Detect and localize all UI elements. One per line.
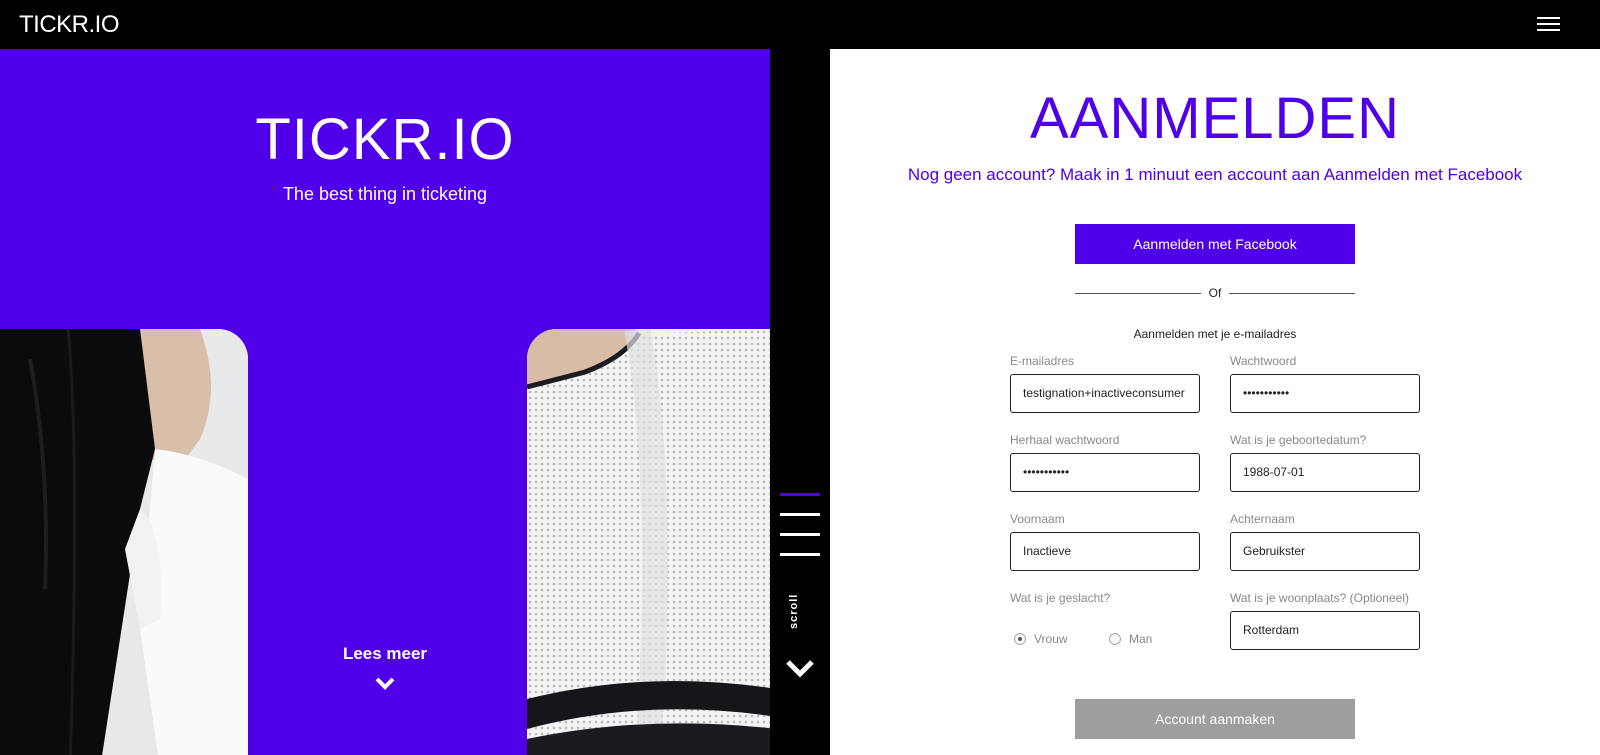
last-name-field[interactable]: Gebruikster <box>1230 532 1420 571</box>
scroll-label: scroll <box>788 593 800 629</box>
first-name-label: Voornaam <box>1010 512 1065 526</box>
hero-title: TICKR.IO <box>255 107 515 172</box>
menu-lines-icon[interactable] <box>780 493 820 557</box>
facebook-signup-button[interactable]: Aanmelden met Facebook <box>1075 224 1355 264</box>
gender-option-male[interactable]: Man <box>1109 632 1152 646</box>
hero-photo-left <box>0 329 248 755</box>
gender-option-female[interactable]: Vrouw <box>1014 632 1068 646</box>
side-rail: scroll <box>770 49 830 755</box>
radio-female[interactable] <box>1014 633 1026 645</box>
city-field[interactable]: Rotterdam <box>1230 611 1420 650</box>
hero-panel: TICKR.IO The best thing in ticketing Lee… <box>0 49 770 755</box>
signup-panel: AANMELDEN Nog geen account? Maak in 1 mi… <box>830 49 1600 755</box>
email-signup-heading: Aanmelden met je e-mailadres <box>1133 327 1297 341</box>
gender-male-label: Man <box>1129 632 1153 646</box>
chevron-down-icon[interactable] <box>375 677 395 691</box>
email-label: E-mailadres <box>1010 354 1075 368</box>
scroll-down-icon[interactable] <box>785 659 815 679</box>
read-more-link[interactable]: Lees meer <box>0 644 770 664</box>
password-field[interactable]: ••••••••••• <box>1230 374 1420 413</box>
birthdate-field[interactable]: 1988-07-01 <box>1230 453 1420 492</box>
top-bar: TICKR.IO <box>0 0 1600 49</box>
city-label: Wat is je woonplaats? (Optioneel) <box>1230 591 1409 605</box>
page-title: AANMELDEN <box>1030 86 1400 151</box>
password-label: Wachtwoord <box>1230 354 1297 368</box>
repeat-password-field[interactable]: ••••••••••• <box>1010 453 1200 492</box>
birthdate-label: Wat is je geboortedatum? <box>1230 433 1367 447</box>
radio-male[interactable] <box>1109 633 1121 645</box>
last-name-label: Achternaam <box>1230 512 1295 526</box>
email-field[interactable]: testignation+inactiveconsumer <box>1010 374 1200 413</box>
or-divider: Of <box>1075 286 1355 302</box>
signup-subtitle-link[interactable]: Nog geen account? Maak in 1 minuut een a… <box>830 165 1600 185</box>
first-name-field[interactable]: Inactieve <box>1010 532 1200 571</box>
repeat-password-label: Herhaal wachtwoord <box>1010 433 1120 447</box>
gender-female-label: Vrouw <box>1034 632 1068 646</box>
menu-icon[interactable] <box>1537 17 1560 32</box>
brand-logo[interactable]: TICKR.IO <box>19 11 120 39</box>
create-account-button[interactable]: Account aanmaken <box>1075 699 1355 739</box>
gender-label: Wat is je geslacht? <box>1010 591 1111 605</box>
hero-photo-right <box>527 329 770 755</box>
hero-subtitle: The best thing in ticketing <box>282 184 488 204</box>
